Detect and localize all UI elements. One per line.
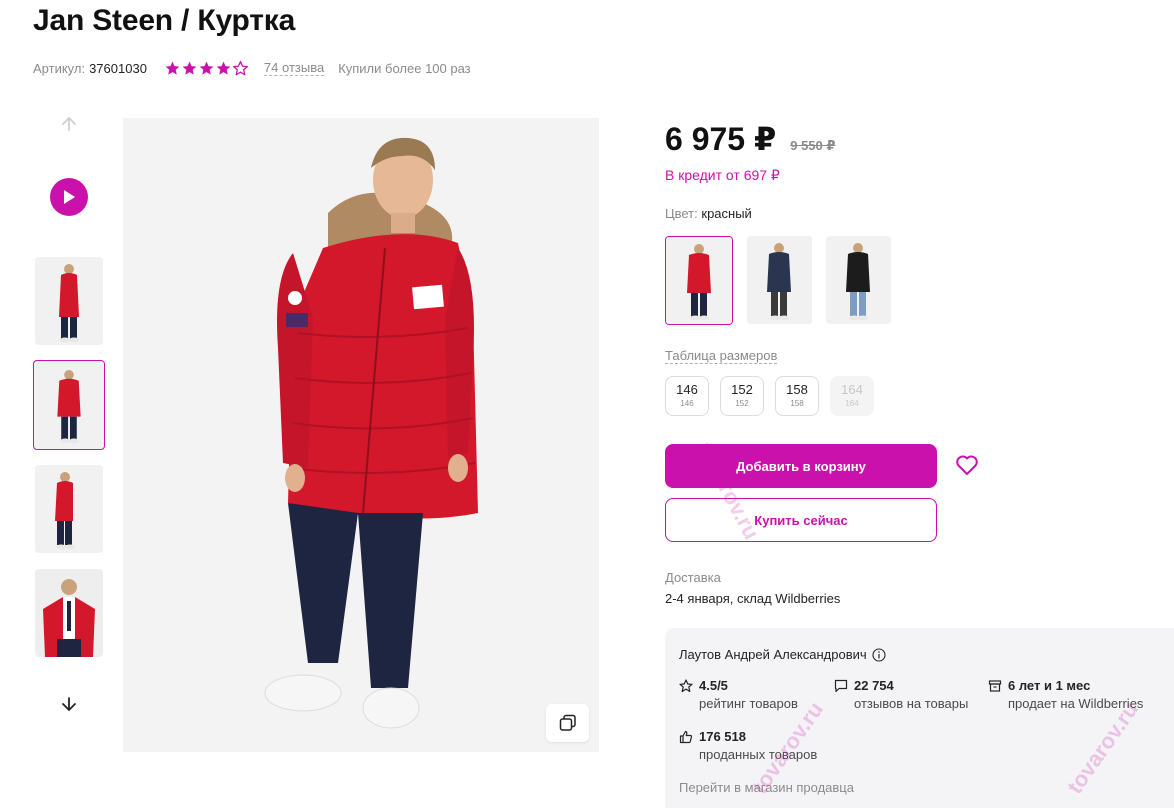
heart-icon[interactable] [955,454,979,476]
size-options: 146 146 152 152 158 158 164 164 [665,376,885,416]
copy-icon [559,714,576,731]
size-main: 158 [786,382,808,397]
seller-stat-sold: 176 518 проданных товаров [679,729,817,762]
size-option-164: 164 164 [830,376,874,416]
old-price: 9 550 ₽ [790,138,836,153]
stat-label: продает на Wildberries [1008,696,1144,711]
size-option-152[interactable]: 152 152 [720,376,764,416]
star-filled-icon [216,61,231,75]
thumbs-up-icon [679,730,693,743]
stat-label: отзывов на товары [854,696,969,711]
size-sub: 158 [790,399,804,408]
product-meta: Артикул: 37601030 74 отзыва Купили более… [33,60,471,77]
info-icon[interactable] [872,647,886,662]
thumbnail-4[interactable] [35,569,103,657]
star-empty-icon [232,60,248,76]
article-value: 37601030 [89,61,147,76]
star-filled-icon [182,61,197,75]
current-price: 6 975 ₽ [665,121,777,157]
thumbnail-1[interactable] [35,257,103,345]
stat-value: 4.5/5 [699,678,728,693]
seller-stat-reviews: 22 754 отзывов на товары [834,678,968,711]
star-filled-icon [199,61,214,75]
reviews-link[interactable]: 74 отзыва [263,61,325,76]
play-video-button[interactable] [50,178,88,216]
thumbnail-3[interactable] [35,465,103,553]
store-box-icon [988,679,1002,692]
price-block: 6 975 ₽ 9 550 ₽ [665,120,835,158]
size-sub: 146 [680,399,694,408]
thumbnail-2[interactable] [33,360,105,450]
seller-store-link[interactable]: Перейти в магазин продавца [679,780,854,795]
size-option-158[interactable]: 158 158 [775,376,819,416]
article-label: Артикул: [33,61,86,76]
color-swatch-black[interactable] [826,236,891,324]
copy-image-button[interactable] [546,704,589,742]
size-main: 152 [731,382,753,397]
seller-stat-age: 6 лет и 1 мес продает на Wildberries [988,678,1143,711]
size-main: 146 [676,382,698,397]
product-title: Jan Steen / Куртка [33,4,296,37]
seller-stat-rating: 4.5/5 рейтинг товаров [679,678,798,711]
seller-name-text: Лаутов Андрей Александрович [679,647,867,662]
size-option-146[interactable]: 146 146 [665,376,709,416]
seller-name[interactable]: Лаутов Андрей Александрович [679,647,886,662]
stat-label: проданных товаров [699,747,818,762]
color-value: красный [701,206,752,221]
delivery-label: Доставка [665,570,721,585]
jacket-photo [123,118,599,752]
credit-link[interactable]: В кредит от 697 ₽ [665,167,780,184]
seller-card: Лаутов Андрей Александрович 4.5/5 рейтин… [665,628,1174,808]
color-label-text: Цвет: [665,206,698,221]
stat-value: 6 лет и 1 мес [1008,678,1091,693]
play-icon [64,190,75,204]
color-swatches [665,236,905,325]
color-swatch-red[interactable] [665,236,733,325]
main-product-photo[interactable] [123,118,599,752]
chat-icon [834,679,848,692]
add-to-cart-button[interactable]: Добавить в корзину [665,444,937,488]
stat-label: рейтинг товаров [699,696,798,711]
size-main: 164 [841,382,863,397]
size-table-link[interactable]: Таблица размеров [665,348,778,364]
buy-now-button[interactable]: Купить сейчас [665,498,937,542]
star-filled-icon [165,61,180,75]
arrow-up-icon[interactable] [59,114,79,134]
rating-stars [164,60,249,77]
bought-count: Купили более 100 раз [338,61,471,76]
size-sub: 152 [735,399,749,408]
color-swatch-navy[interactable] [747,236,812,324]
size-sub: 164 [845,399,859,408]
arrow-down-icon[interactable] [59,694,79,714]
stat-value: 176 518 [699,729,746,744]
stat-value: 22 754 [854,678,894,693]
star-outline-icon [679,678,693,692]
color-label: Цвет: красный [665,206,752,221]
delivery-value: 2-4 января, склад Wildberries [665,591,841,606]
